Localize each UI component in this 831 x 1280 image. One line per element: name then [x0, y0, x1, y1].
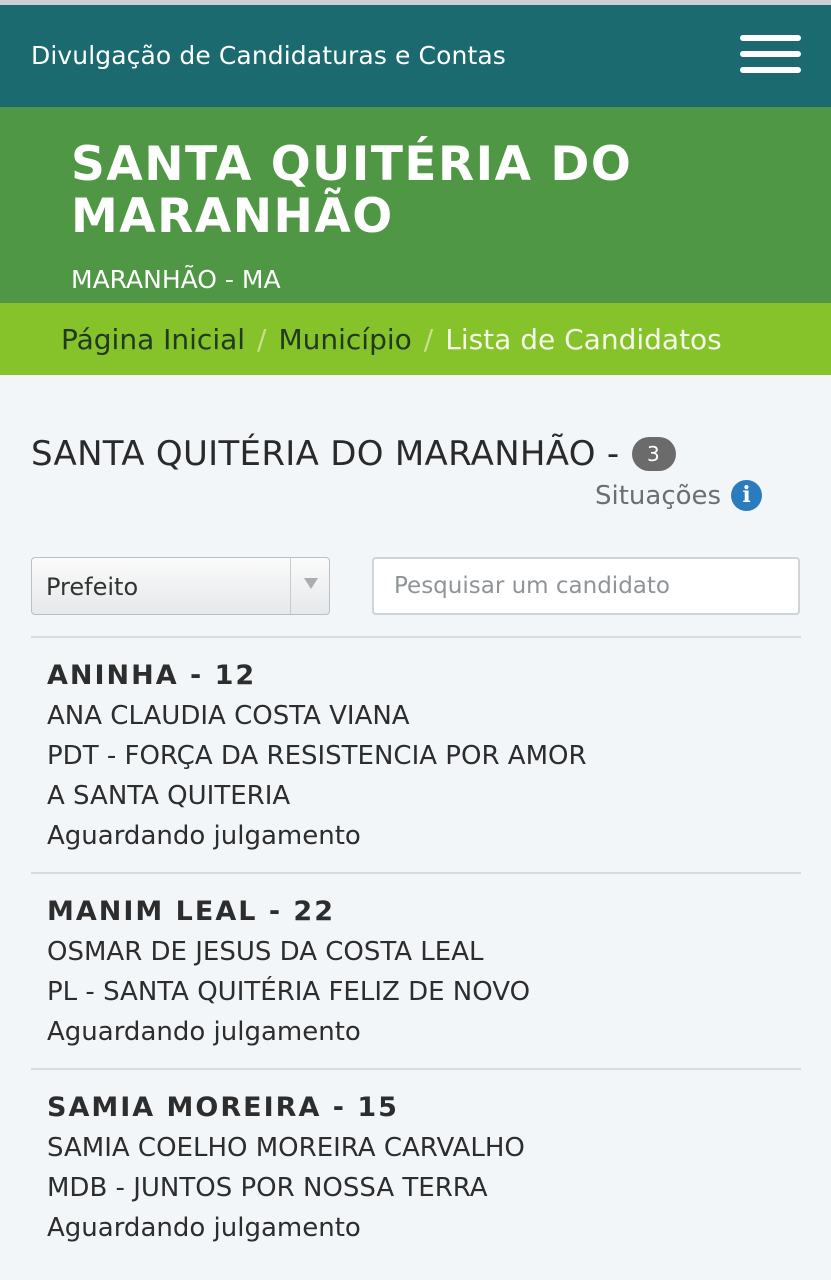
- select-divider: [290, 558, 291, 614]
- municipality-name: SANTA QUITÉRIA DO MARANHÃO: [71, 137, 633, 244]
- candidate-item[interactable]: MANIM LEAL - 22 OSMAR DE JESUS DA COSTA …: [31, 874, 801, 1068]
- office-select[interactable]: Prefeito: [31, 557, 330, 615]
- candidate-search-input[interactable]: [372, 557, 800, 615]
- breadcrumb-separator: /: [423, 322, 434, 356]
- candidate-status: Aguardando julgamento: [47, 1017, 361, 1047]
- office-select-value: Prefeito: [46, 573, 139, 601]
- list-title-text: SANTA QUITÉRIA DO MARANHÃO -: [31, 434, 620, 474]
- candidate-party-continued: A SANTA QUITERIA: [47, 781, 291, 811]
- candidate-list: ANINHA - 12 ANA CLAUDIA COSTA VIANA PDT …: [31, 636, 801, 1264]
- candidate-ballot-name: MANIM LEAL - 22: [47, 896, 336, 927]
- breadcrumb-current: Lista de Candidatos: [445, 322, 722, 356]
- list-title: SANTA QUITÉRIA DO MARANHÃO - 3: [31, 434, 676, 474]
- candidate-status: Aguardando julgamento: [47, 1213, 361, 1243]
- breadcrumb-municipio[interactable]: Município: [278, 323, 411, 356]
- candidate-count-badge: 3: [631, 437, 676, 471]
- candidate-full-name: ANA CLAUDIA COSTA VIANA: [47, 701, 410, 731]
- candidate-party: MDB - JUNTOS POR NOSSA TERRA: [47, 1173, 488, 1203]
- candidate-full-name: OSMAR DE JESUS DA COSTA LEAL: [47, 937, 484, 967]
- candidate-party: PL - SANTA QUITÉRIA FELIZ DE NOVO: [47, 977, 531, 1007]
- breadcrumb-home[interactable]: Página Inicial: [61, 323, 245, 356]
- candidate-item[interactable]: ANINHA - 12 ANA CLAUDIA COSTA VIANA PDT …: [31, 638, 801, 872]
- candidate-ballot-name: ANINHA - 12: [47, 660, 257, 691]
- info-circle-icon[interactable]: i: [731, 480, 763, 511]
- municipality-header: SANTA QUITÉRIA DO MARANHÃO MARANHÃO - MA: [0, 107, 831, 303]
- candidate-full-name: SAMIA COELHO MOREIRA CARVALHO: [47, 1133, 525, 1163]
- menu-bar: [740, 35, 801, 41]
- chevron-down-icon: [304, 578, 318, 589]
- hamburger-menu-icon[interactable]: [740, 35, 801, 75]
- situacoes-label: Situações: [595, 480, 722, 511]
- candidate-item[interactable]: SAMIA MOREIRA - 15 SAMIA COELHO MOREIRA …: [31, 1070, 801, 1264]
- situacoes-link[interactable]: Situações i: [595, 480, 763, 511]
- candidate-party: PDT - FORÇA DA RESISTENCIA POR AMOR: [47, 741, 587, 771]
- menu-bar: [740, 67, 801, 73]
- candidate-ballot-name: SAMIA MOREIRA - 15: [47, 1092, 399, 1123]
- candidate-status: Aguardando julgamento: [47, 821, 361, 851]
- menu-bar: [740, 51, 801, 57]
- top-navbar: Divulgação de Candidaturas e Contas: [0, 5, 831, 107]
- breadcrumb-separator: /: [257, 322, 267, 356]
- breadcrumb: Página Inicial / Município / Lista de Ca…: [0, 303, 831, 375]
- state-name: MARANHÃO - MA: [71, 265, 281, 294]
- site-title[interactable]: Divulgação de Candidaturas e Contas: [31, 41, 506, 70]
